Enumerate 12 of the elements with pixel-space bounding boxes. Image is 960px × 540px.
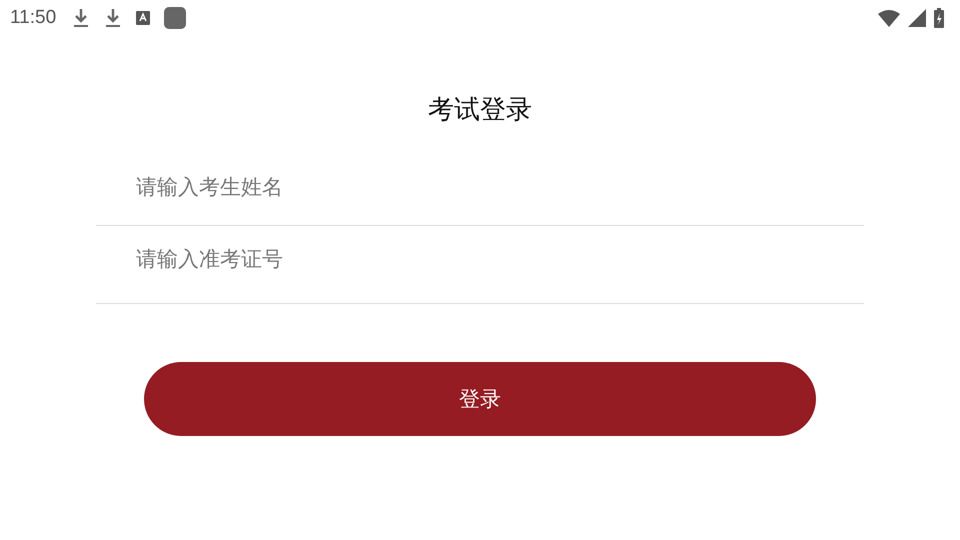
page-title: 考试登录 bbox=[427, 94, 533, 127]
download-icon bbox=[72, 7, 90, 29]
battery-icon bbox=[934, 8, 944, 28]
app-icon bbox=[164, 7, 186, 29]
login-button[interactable]: 登录 bbox=[144, 362, 816, 436]
status-time: 11:50 bbox=[10, 7, 56, 29]
input-field[interactable]: 请输入准考证号 bbox=[96, 214, 864, 304]
download-icon bbox=[104, 7, 122, 29]
input-field[interactable]: 请输入考生姓名 bbox=[96, 148, 864, 226]
wifi-icon bbox=[878, 9, 900, 27]
signal-icon bbox=[908, 9, 926, 27]
keyboard-icon bbox=[136, 11, 150, 25]
